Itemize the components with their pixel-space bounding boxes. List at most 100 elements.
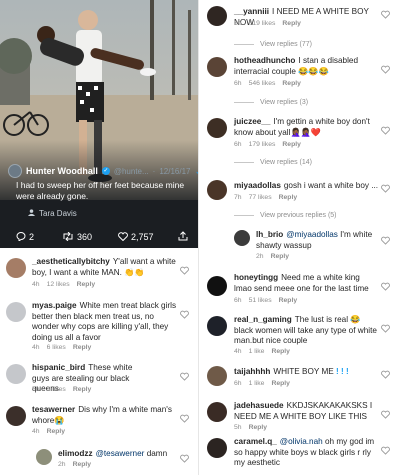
comment-username[interactable]: tesawerner — [32, 405, 75, 414]
reply-button[interactable]: Reply — [73, 386, 92, 393]
heart-icon[interactable] — [180, 310, 189, 319]
comment-likes[interactable]: 12 likes — [47, 281, 70, 288]
tweet-actions-bar: 2 360 2,757 — [0, 230, 198, 244]
heart-icon[interactable] — [381, 184, 390, 193]
comment-username[interactable]: miyaadollas — [234, 181, 281, 190]
comment-text: gosh i want a white boy ... — [283, 181, 379, 190]
comment-mention[interactable]: @tesawerner — [96, 449, 145, 458]
heart-icon[interactable] — [381, 10, 390, 19]
comment-likes[interactable]: 6 likes — [47, 344, 66, 351]
share-action[interactable] — [178, 231, 188, 243]
heart-icon[interactable] — [381, 236, 390, 245]
reply-button[interactable]: Reply — [279, 194, 298, 201]
replies-line — [234, 215, 254, 216]
comment-likes[interactable]: 1 like — [249, 380, 265, 387]
heart-icon[interactable] — [381, 282, 390, 291]
comment-likes[interactable]: 51 likes — [249, 297, 272, 304]
avatar[interactable] — [207, 57, 227, 77]
comment-body: elimodzz @tesawerner damn — [58, 449, 182, 460]
heart-icon[interactable] — [381, 410, 390, 419]
comment-item: caramel.q_ @olivia.nah oh my god im so ha… — [199, 436, 400, 474]
heart-icon[interactable] — [381, 126, 390, 135]
avatar[interactable] — [6, 302, 26, 322]
reply-button[interactable]: Reply — [73, 461, 92, 468]
comment-meta: 6h 619 likes Reply — [234, 20, 308, 27]
avatar[interactable] — [6, 406, 26, 426]
comment-body: taijahhhh WHITE BOY ME ! ! ! — [234, 367, 379, 378]
comment-mention[interactable]: @olivia.nah — [280, 437, 323, 446]
comment-mention[interactable]: @miyaadollas — [286, 230, 338, 239]
comment-likes[interactable]: 546 likes — [249, 80, 276, 87]
tweet-author-avatar[interactable] — [8, 164, 22, 178]
comment-likes[interactable]: 3 likes — [47, 386, 66, 393]
heart-icon[interactable] — [381, 65, 390, 74]
reply-button[interactable]: Reply — [249, 424, 268, 431]
tweet-author[interactable]: Hunter Woodhall ✓ @hunte... · 12/16/17 ⌄ — [8, 164, 198, 178]
avatar[interactable] — [207, 402, 227, 422]
reply-button[interactable]: Reply — [282, 80, 301, 87]
view-replies-button[interactable]: View replies (3) — [234, 99, 308, 106]
comment-likes[interactable]: 77 likes — [249, 194, 272, 201]
avatar[interactable] — [207, 438, 227, 458]
heart-icon[interactable] — [180, 414, 189, 423]
heart-icon[interactable] — [180, 372, 189, 381]
reply-button[interactable]: Reply — [271, 253, 290, 260]
comment-username[interactable]: real_n_gaming — [234, 315, 292, 324]
avatar[interactable] — [207, 366, 227, 386]
comment-likes[interactable]: 179 likes — [249, 141, 276, 148]
heart-icon[interactable] — [180, 454, 189, 463]
comment-username[interactable]: jadehasuede — [234, 401, 284, 410]
heart-icon[interactable] — [381, 446, 390, 455]
comment-body: tesawerner Dis why I'm a white man's whor… — [32, 405, 172, 426]
comment-likes[interactable]: 619 likes — [249, 20, 276, 27]
avatar[interactable] — [207, 316, 227, 336]
avatar[interactable] — [207, 276, 227, 296]
like-action[interactable]: 2,757 — [118, 231, 154, 243]
avatar[interactable] — [6, 364, 26, 384]
reply-button[interactable]: Reply — [271, 348, 290, 355]
reply-button[interactable]: Reply — [282, 20, 301, 27]
view-replies-button[interactable]: View replies (77) — [234, 41, 312, 48]
comment-username[interactable]: juiczee__ — [234, 117, 270, 126]
tweet-tagged-person[interactable]: Tara Davis — [28, 209, 77, 218]
comment-username[interactable]: __yanniii — [234, 7, 269, 16]
view-replies-button[interactable]: View previous replies (5) — [234, 212, 337, 219]
comment-likes[interactable]: 1 like — [249, 348, 265, 355]
embedded-tweet[interactable]: Hunter Woodhall ✓ @hunte... · 12/16/17 ⌄… — [0, 0, 198, 248]
heart-icon[interactable] — [180, 266, 189, 275]
avatar[interactable] — [234, 230, 250, 246]
avatar[interactable] — [207, 180, 227, 200]
reply-button[interactable]: Reply — [77, 281, 96, 288]
comment-item: taijahhhh WHITE BOY ME ! ! ! 6h 1 like Repl… — [199, 364, 400, 394]
comment-body: caramel.q_ @olivia.nah oh my god im so ha… — [234, 437, 379, 469]
comment-username[interactable]: lh_brio — [256, 230, 283, 239]
comment-username[interactable]: hotheadhuncho — [234, 56, 295, 65]
heart-icon[interactable] — [381, 370, 390, 379]
view-replies-button[interactable]: View replies (14) — [234, 159, 312, 166]
avatar[interactable] — [6, 258, 26, 278]
tweet-handle[interactable]: @hunte... — [114, 167, 149, 176]
reply-button[interactable]: Reply — [279, 297, 298, 304]
view-replies-label: View previous replies (5) — [260, 212, 337, 219]
reply-button[interactable]: Reply — [73, 344, 92, 351]
avatar[interactable] — [207, 118, 227, 138]
comment-username[interactable]: myas.paige — [32, 301, 77, 310]
comment-item: real_n_gaming The lust is real 😂 black wo… — [199, 314, 400, 358]
comment-username[interactable]: taijahhhh — [234, 367, 270, 376]
tweet-author-name[interactable]: Hunter Woodhall — [26, 166, 98, 176]
reply-button[interactable]: Reply — [47, 428, 66, 435]
reply-button[interactable]: Reply — [282, 141, 301, 148]
reply-button[interactable]: Reply — [271, 380, 290, 387]
heart-icon[interactable] — [381, 324, 390, 333]
comment-username[interactable]: elimodzz — [58, 449, 93, 458]
comment-username[interactable]: hispanic_bird — [32, 363, 85, 372]
comment-username[interactable]: caramel.q_ — [234, 437, 277, 446]
avatar[interactable] — [36, 449, 52, 465]
retweet-action[interactable]: 360 — [62, 231, 92, 243]
comment-time: 5h — [32, 386, 40, 393]
comment-username[interactable]: _aestheticallybitchy — [32, 257, 110, 266]
tweet-date[interactable]: 12/16/17 — [159, 167, 190, 176]
reply-action[interactable]: 2 — [16, 231, 34, 243]
avatar[interactable] — [207, 6, 227, 26]
comment-username[interactable]: honeytingg — [234, 273, 278, 282]
